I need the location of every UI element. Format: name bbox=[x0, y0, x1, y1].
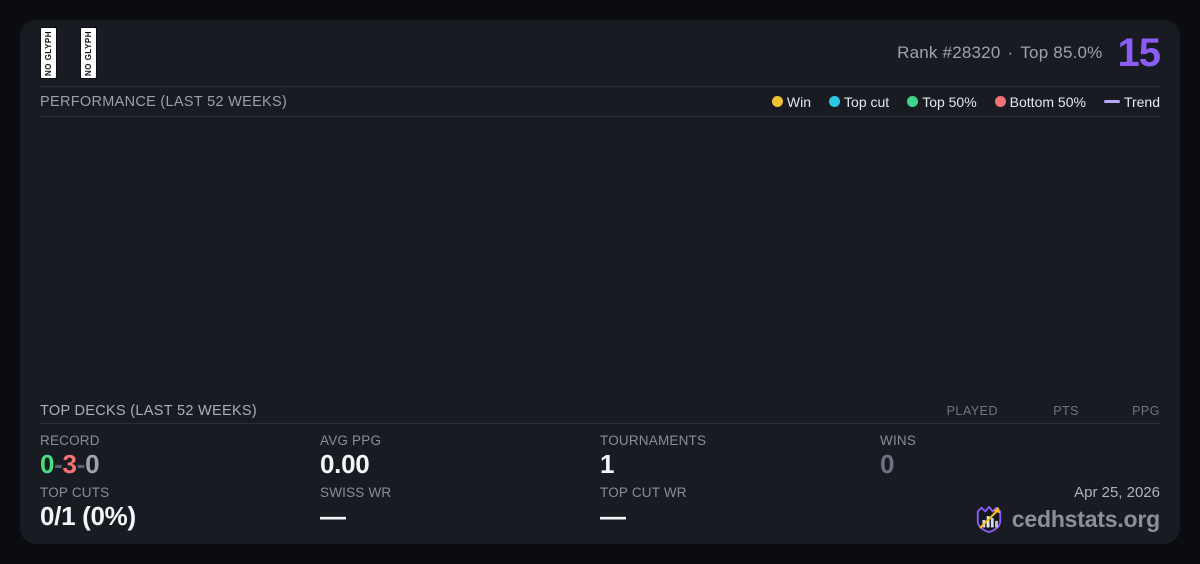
stat-label: SWISS WR bbox=[320, 485, 600, 501]
bottom-50-dot-icon bbox=[995, 96, 1006, 107]
record-dash: - bbox=[54, 449, 62, 479]
legend-label: Top 50% bbox=[922, 94, 976, 110]
record-losses: 3 bbox=[63, 449, 77, 479]
no-glyph-badge-label: NO GLYPH bbox=[84, 30, 93, 75]
legend-item-trend: Trend bbox=[1104, 94, 1160, 110]
legend-item-top-cut: Top cut bbox=[829, 94, 889, 110]
legend-item-top-50: Top 50% bbox=[907, 94, 976, 110]
footer-branding: Apr 25, 2026 cedhstats.org bbox=[880, 485, 1160, 539]
stat-record: RECORD 0-3-0 bbox=[40, 433, 320, 479]
avg-ppg-value: 0.00 bbox=[320, 449, 600, 479]
top-cuts-value: 0/1 (0%) bbox=[40, 501, 320, 531]
legend-label: Top cut bbox=[844, 94, 889, 110]
color-identity-badges: NO GLYPH NO GLYPH bbox=[40, 27, 97, 79]
wins-value: 0 bbox=[880, 449, 1160, 479]
performance-chart-area bbox=[40, 117, 1160, 399]
legend-label: Win bbox=[787, 94, 811, 110]
chart-legend: Win Top cut Top 50% Bottom 50% Trend bbox=[772, 94, 1160, 110]
record-wins: 0 bbox=[40, 449, 54, 479]
no-glyph-badge-1: NO GLYPH bbox=[40, 27, 57, 79]
column-header-played: PLAYED bbox=[917, 404, 998, 418]
points-value: 15 bbox=[1118, 33, 1161, 73]
brand-name: cedhstats.org bbox=[1012, 504, 1160, 534]
legend-item-bottom-50: Bottom 50% bbox=[995, 94, 1086, 110]
stat-top-cuts: TOP CUTS 0/1 (0%) bbox=[40, 485, 320, 539]
no-glyph-badge-label: NO GLYPH bbox=[44, 30, 53, 75]
top-cut-wr-value: — bbox=[600, 501, 880, 531]
rank-number: Rank #28320 bbox=[897, 43, 1000, 62]
top-percent: Top 85.0% bbox=[1020, 43, 1102, 62]
trend-line-icon bbox=[1104, 100, 1120, 103]
performance-title: PERFORMANCE (LAST 52 WEEKS) bbox=[40, 94, 287, 110]
column-header-ppg: PPG bbox=[1079, 404, 1160, 418]
legend-item-win: Win bbox=[772, 94, 811, 110]
stats-grid: RECORD 0-3-0 AVG PPG 0.00 TOURNAMENTS 1 … bbox=[40, 424, 1160, 544]
swiss-wr-value: — bbox=[320, 501, 600, 531]
record-value: 0-3-0 bbox=[40, 449, 320, 479]
column-header-pts: PTS bbox=[998, 404, 1079, 418]
performance-header-row: PERFORMANCE (LAST 52 WEEKS) Win Top cut … bbox=[40, 87, 1160, 117]
stat-label: RECORD bbox=[40, 433, 320, 449]
card-date: Apr 25, 2026 bbox=[880, 485, 1160, 501]
top-decks-column-headers: PLAYED PTS PPG bbox=[917, 404, 1160, 418]
tournaments-value: 1 bbox=[600, 449, 880, 479]
top-decks-header-row: TOP DECKS (LAST 52 WEEKS) PLAYED PTS PPG bbox=[40, 399, 1160, 424]
stat-avg-ppg: AVG PPG 0.00 bbox=[320, 433, 600, 479]
card-header: NO GLYPH NO GLYPH Rank #28320 · Top 85.0% … bbox=[40, 20, 1160, 87]
stat-swiss-wr: SWISS WR — bbox=[320, 485, 600, 539]
stat-label: TOURNAMENTS bbox=[600, 433, 880, 449]
stat-top-cut-wr: TOP CUT WR — bbox=[600, 485, 880, 539]
top-50-dot-icon bbox=[907, 96, 918, 107]
legend-label: Bottom 50% bbox=[1010, 94, 1086, 110]
rank-text: Rank #28320 · Top 85.0% bbox=[897, 43, 1102, 63]
brand-link[interactable]: cedhstats.org bbox=[974, 504, 1160, 534]
rank-summary: Rank #28320 · Top 85.0% 15 bbox=[897, 33, 1160, 73]
cedhstats-shield-logo-icon bbox=[974, 504, 1004, 534]
stat-tournaments: TOURNAMENTS 1 bbox=[600, 433, 880, 479]
top-cut-dot-icon bbox=[829, 96, 840, 107]
record-draws: 0 bbox=[85, 449, 99, 479]
stat-label: WINS bbox=[880, 433, 1160, 449]
stat-label: TOP CUTS bbox=[40, 485, 320, 501]
record-dash: - bbox=[77, 449, 85, 479]
rank-separator-dot: · bbox=[1007, 43, 1013, 62]
player-stats-card: NO GLYPH NO GLYPH Rank #28320 · Top 85.0% … bbox=[20, 20, 1180, 544]
win-dot-icon bbox=[772, 96, 783, 107]
stat-label: AVG PPG bbox=[320, 433, 600, 449]
top-decks-title: TOP DECKS (LAST 52 WEEKS) bbox=[40, 403, 257, 419]
stat-wins: WINS 0 bbox=[880, 433, 1160, 479]
stat-label: TOP CUT WR bbox=[600, 485, 880, 501]
no-glyph-badge-2: NO GLYPH bbox=[80, 27, 97, 79]
legend-label: Trend bbox=[1124, 94, 1160, 110]
